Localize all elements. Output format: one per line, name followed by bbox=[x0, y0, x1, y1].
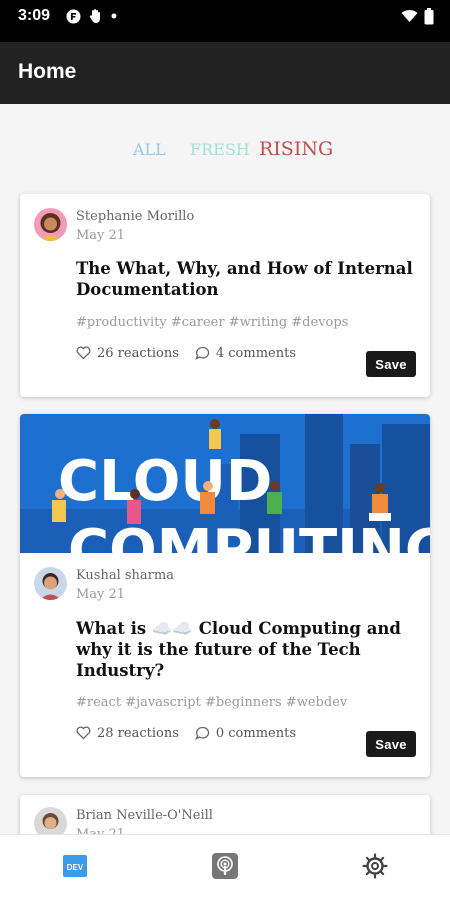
post-title[interactable]: What is ☁️☁️ Cloud Computing and why it … bbox=[76, 618, 416, 681]
heart-icon bbox=[76, 346, 91, 360]
post-tags[interactable]: #react #javascript #beginners #webdev bbox=[76, 695, 347, 710]
reactions-count: 28 reactions bbox=[97, 725, 179, 741]
author-name[interactable]: Brian Neville-O'Neill bbox=[76, 808, 213, 823]
author-name[interactable]: Kushal sharma bbox=[76, 568, 174, 583]
heart-icon bbox=[76, 726, 91, 740]
status-notifications bbox=[66, 8, 117, 24]
comment-icon bbox=[195, 726, 210, 740]
author-name[interactable]: Stephanie Morillo bbox=[76, 209, 194, 224]
reactions-count: 26 reactions bbox=[97, 345, 179, 361]
tab-rising[interactable]: RISING bbox=[259, 138, 333, 160]
post-stats: 28 reactions 0 comments bbox=[76, 724, 312, 742]
cover-title-line2: COMPUTING bbox=[68, 518, 430, 553]
dev-logo-text: DEV bbox=[67, 863, 84, 872]
battery-icon bbox=[424, 7, 434, 24]
bottom-navigation: DEV bbox=[0, 834, 450, 900]
dot-icon bbox=[111, 13, 117, 19]
comments-count: 0 comments bbox=[215, 725, 297, 741]
wifi-icon bbox=[401, 9, 418, 22]
author-avatar[interactable] bbox=[34, 567, 67, 600]
comments-stat: 4 comments bbox=[195, 346, 296, 361]
app-notification-icon bbox=[66, 9, 81, 23]
post-date: May 21 bbox=[76, 228, 126, 243]
app-bar: Home bbox=[0, 42, 450, 104]
feed-tabs: ALL FRESH RISING bbox=[0, 138, 450, 166]
comments-stat: 0 comments bbox=[195, 726, 296, 741]
settings-gear-icon bbox=[362, 853, 388, 879]
post-date: May 21 bbox=[76, 587, 126, 602]
nav-home-dev[interactable]: DEV bbox=[62, 853, 88, 879]
podcast-icon bbox=[212, 853, 238, 879]
save-button[interactable]: Save bbox=[366, 351, 416, 377]
post-stats: 26 reactions 4 comments bbox=[76, 344, 312, 362]
status-time: 3:09 bbox=[18, 7, 51, 24]
comment-icon bbox=[195, 346, 210, 360]
post-title[interactable]: The What, Why, and How of Internal Docum… bbox=[76, 258, 416, 300]
cover-title-line1: CLOUD bbox=[58, 449, 272, 514]
post-card[interactable]: Stephanie Morillo May 21 The What, Why, … bbox=[20, 194, 430, 397]
dev-logo-icon: DEV bbox=[63, 855, 87, 877]
reactions-stat: 26 reactions bbox=[76, 346, 179, 361]
nav-podcasts[interactable] bbox=[212, 853, 238, 879]
page-title: Home bbox=[18, 60, 77, 83]
comments-count: 4 comments bbox=[215, 345, 297, 361]
status-system-icons bbox=[401, 7, 434, 25]
tab-fresh[interactable]: FRESH bbox=[190, 140, 250, 159]
author-avatar[interactable] bbox=[34, 208, 67, 241]
post-card[interactable]: CLOUD COMPUTING Kushal sharma May 21 Wha… bbox=[20, 414, 430, 777]
hand-icon bbox=[89, 9, 100, 23]
nav-settings[interactable] bbox=[362, 853, 388, 879]
cover-image[interactable]: CLOUD COMPUTING bbox=[20, 414, 430, 553]
post-tags[interactable]: #productivity #career #writing #devops bbox=[76, 315, 348, 330]
reactions-stat: 28 reactions bbox=[76, 726, 179, 741]
status-bar: 3:09 bbox=[0, 0, 450, 42]
save-button[interactable]: Save bbox=[366, 731, 416, 757]
tab-all[interactable]: ALL bbox=[133, 140, 166, 159]
